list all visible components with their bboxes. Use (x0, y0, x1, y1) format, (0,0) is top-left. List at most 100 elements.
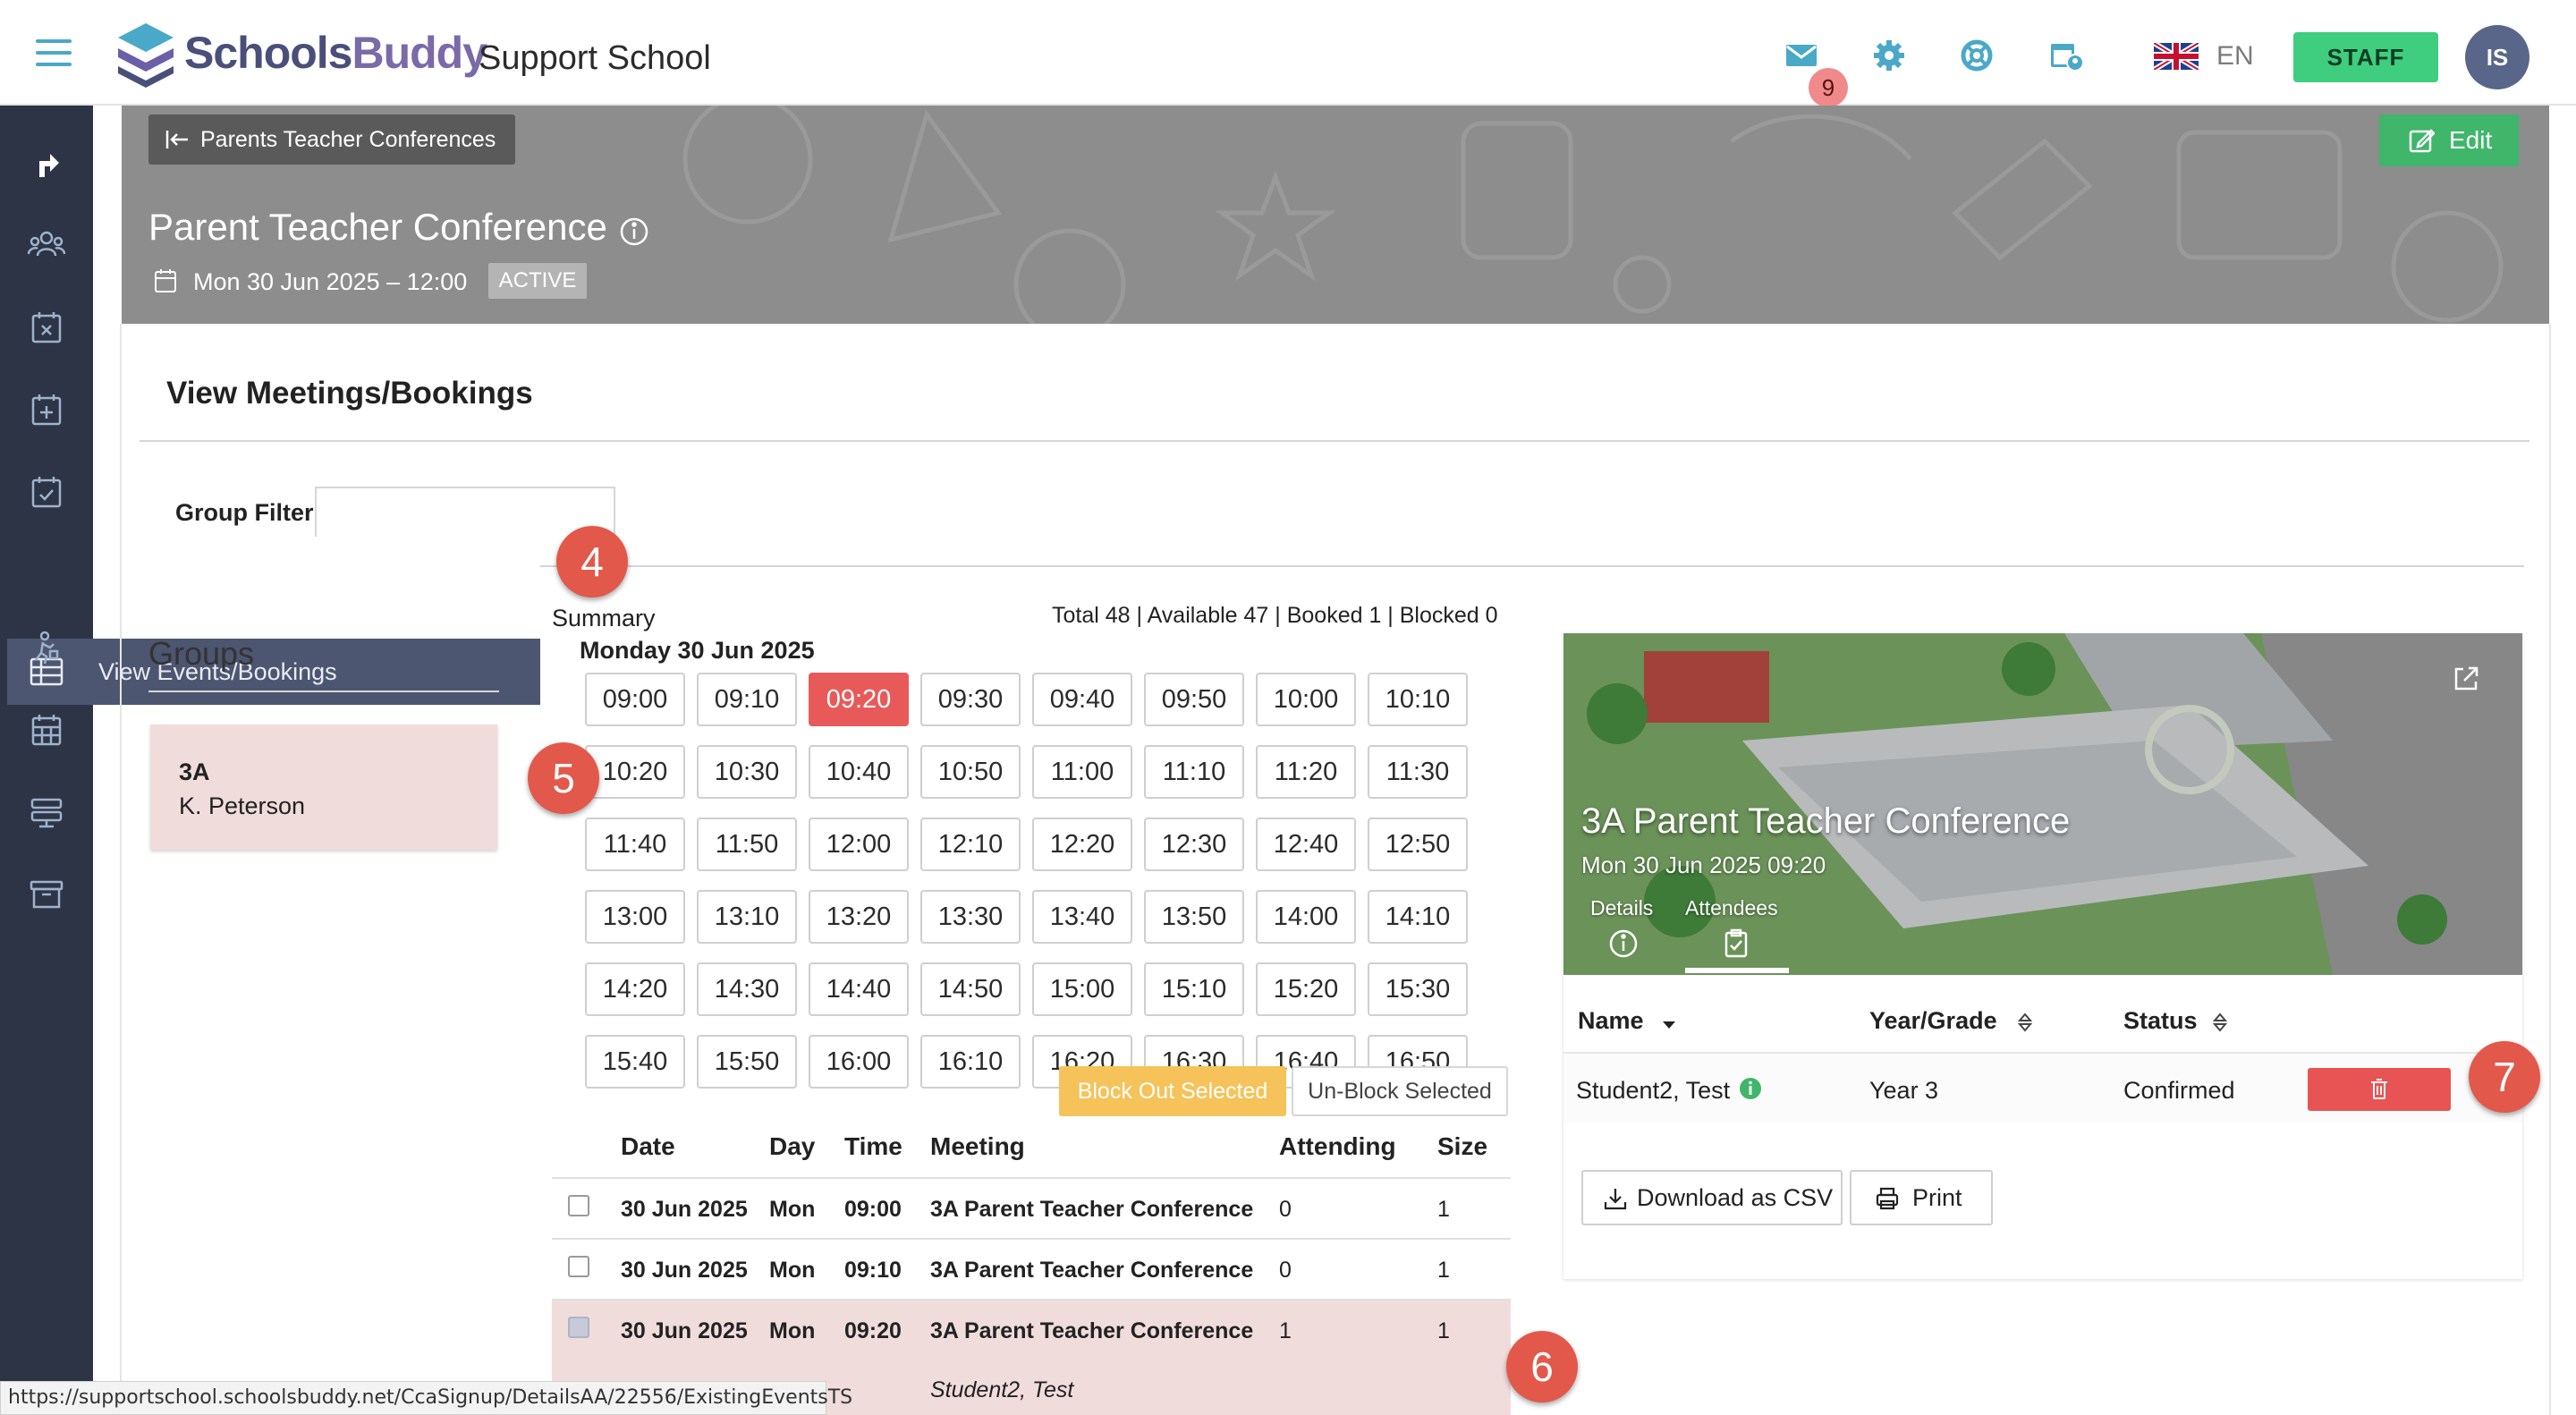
sort-icon[interactable] (2211, 1011, 2229, 1034)
time-slot-button[interactable]: 14:40 (809, 962, 909, 1016)
mail-icon[interactable] (1784, 38, 1819, 73)
time-slot-button[interactable]: 12:20 (1032, 818, 1132, 871)
print-button[interactable]: Print (1850, 1170, 1993, 1225)
language-selector[interactable]: EN (2216, 41, 2254, 72)
column-header-grade[interactable]: Year/Grade (1869, 1007, 1997, 1035)
cell-meeting: 3A Parent Teacher Conference (930, 1258, 1254, 1283)
lifebuoy-icon[interactable] (1959, 38, 1995, 73)
tab-details[interactable]: Details (1590, 896, 1653, 920)
list-stack-icon[interactable] (27, 792, 66, 832)
time-slot-button[interactable]: 13:20 (809, 890, 909, 944)
time-slot-button[interactable]: 11:30 (1368, 745, 1468, 799)
column-header-status[interactable]: Status (2123, 1007, 2198, 1035)
time-slot-button[interactable]: 14:50 (920, 962, 1021, 1016)
time-slot-button[interactable]: 15:20 (1256, 962, 1356, 1016)
time-slot-button[interactable]: 10:50 (920, 745, 1021, 799)
time-slot-button[interactable]: 11:10 (1144, 745, 1244, 799)
row-checkbox[interactable] (568, 1256, 589, 1277)
time-slot-button[interactable]: 13:10 (697, 890, 797, 944)
time-slot-button[interactable]: 10:40 (809, 745, 909, 799)
calendar-x-icon[interactable] (27, 308, 66, 347)
download-csv-button[interactable]: Download as CSV (1581, 1170, 1843, 1225)
column-header-name[interactable]: Name (1578, 1007, 1644, 1035)
calendar-check-icon[interactable] (27, 472, 66, 512)
uk-flag-icon[interactable] (2154, 43, 2199, 70)
back-to-conferences-button[interactable]: Parents Teacher Conferences (148, 114, 515, 165)
row-checkbox[interactable] (568, 1317, 589, 1338)
time-slot-button[interactable]: 12:00 (809, 818, 909, 871)
group-card-3a[interactable]: 3A K. Peterson (150, 724, 497, 850)
calendar-grid-icon[interactable] (27, 710, 66, 750)
cell-date: 30 Jun 2025 (621, 1197, 748, 1222)
time-slot-button[interactable]: 14:30 (697, 962, 797, 1016)
attendee-grade: Year 3 (1869, 1077, 1939, 1104)
share-icon[interactable] (27, 143, 66, 182)
calendar-plus-icon[interactable] (27, 390, 66, 429)
time-slot-button[interactable]: 10:10 (1368, 673, 1468, 726)
time-slot-button[interactable]: 16:10 (920, 1035, 1021, 1089)
day-label: Monday 30 Jun 2025 (580, 637, 815, 664)
hamburger-icon[interactable] (36, 39, 72, 66)
time-slot-button[interactable]: 14:00 (1256, 890, 1356, 944)
archive-icon[interactable] (27, 875, 66, 914)
table-row[interactable]: 30 Jun 2025 Mon 09:00 3A Parent Teacher … (552, 1177, 1511, 1238)
time-slot-button[interactable]: 13:50 (1144, 890, 1244, 944)
cell-day: Mon (769, 1197, 816, 1222)
time-slot-button[interactable]: 13:30 (920, 890, 1021, 944)
time-slot-button[interactable]: 09:40 (1032, 673, 1132, 726)
time-slot-button[interactable]: 12:30 (1144, 818, 1244, 871)
delete-booking-button[interactable] (2308, 1068, 2451, 1111)
time-slot-button[interactable]: 15:10 (1144, 962, 1244, 1016)
info-filled-icon[interactable] (1739, 1077, 1762, 1100)
time-slot-button[interactable]: 15:40 (585, 1035, 685, 1089)
time-slot-button[interactable]: 10:30 (697, 745, 797, 799)
time-slot-button[interactable]: 13:00 (585, 890, 685, 944)
event-header: Parents Teacher Conferences Edit Parent … (122, 106, 2549, 324)
external-link-icon[interactable] (2451, 664, 2481, 694)
divider (140, 440, 2529, 442)
cell-date: 30 Jun 2025 (621, 1258, 748, 1283)
users-icon[interactable] (27, 225, 66, 265)
time-slot-button[interactable]: 11:50 (697, 818, 797, 871)
cell-meeting: 3A Parent Teacher Conference (930, 1318, 1254, 1343)
edit-button[interactable]: Edit (2379, 114, 2519, 166)
gear-icon[interactable] (1871, 38, 1907, 73)
time-slot-button[interactable]: 09:50 (1144, 673, 1244, 726)
clipboard-check-icon[interactable] (1721, 928, 1751, 959)
time-slot-button[interactable]: 15:50 (697, 1035, 797, 1089)
time-slot-button[interactable]: 10:00 (1256, 673, 1356, 726)
staff-role-button[interactable]: STAFF (2293, 32, 2438, 82)
info-icon[interactable] (619, 216, 649, 247)
time-slot-button[interactable]: 12:50 (1368, 818, 1468, 871)
sort-desc-icon[interactable] (1660, 1011, 1678, 1034)
time-slot-button[interactable]: 15:30 (1368, 962, 1468, 1016)
time-slot-button[interactable]: 14:20 (585, 962, 685, 1016)
cell-day: Mon (769, 1258, 816, 1283)
info-icon[interactable] (1608, 928, 1639, 959)
table-row[interactable]: 30 Jun 2025 Mon 09:10 3A Parent Teacher … (552, 1238, 1511, 1299)
block-out-selected-button[interactable]: Block Out Selected (1059, 1066, 1286, 1116)
time-slot-button[interactable]: 14:10 (1368, 890, 1468, 944)
time-slot-button[interactable]: 09:10 (697, 673, 797, 726)
time-slot-button[interactable]: 16:00 (809, 1035, 909, 1089)
user-avatar[interactable]: IS (2465, 25, 2529, 89)
time-slot-button[interactable]: 09:20 (809, 673, 909, 726)
calendar-user-icon[interactable] (2048, 38, 2084, 73)
person-run-icon[interactable] (27, 628, 66, 667)
attendee-name[interactable]: Student2, Test (930, 1377, 1073, 1403)
row-checkbox[interactable] (568, 1195, 589, 1216)
time-slot-button[interactable]: 10:20 (585, 745, 685, 799)
unblock-selected-button[interactable]: Un-Block Selected (1292, 1066, 1508, 1116)
sort-icon[interactable] (2016, 1011, 2034, 1034)
time-slot-button[interactable]: 13:40 (1032, 890, 1132, 944)
time-slot-button[interactable]: 11:00 (1032, 745, 1132, 799)
time-slot-button[interactable]: 09:30 (920, 673, 1021, 726)
time-slot-button[interactable]: 11:40 (585, 818, 685, 871)
tab-attendees[interactable]: Attendees (1685, 896, 1778, 920)
group-filter-input[interactable] (315, 487, 615, 537)
time-slot-button[interactable]: 11:20 (1256, 745, 1356, 799)
time-slot-button[interactable]: 12:10 (920, 818, 1021, 871)
time-slot-button[interactable]: 12:40 (1256, 818, 1356, 871)
time-slot-button[interactable]: 15:00 (1032, 962, 1132, 1016)
time-slot-button[interactable]: 09:00 (585, 673, 685, 726)
